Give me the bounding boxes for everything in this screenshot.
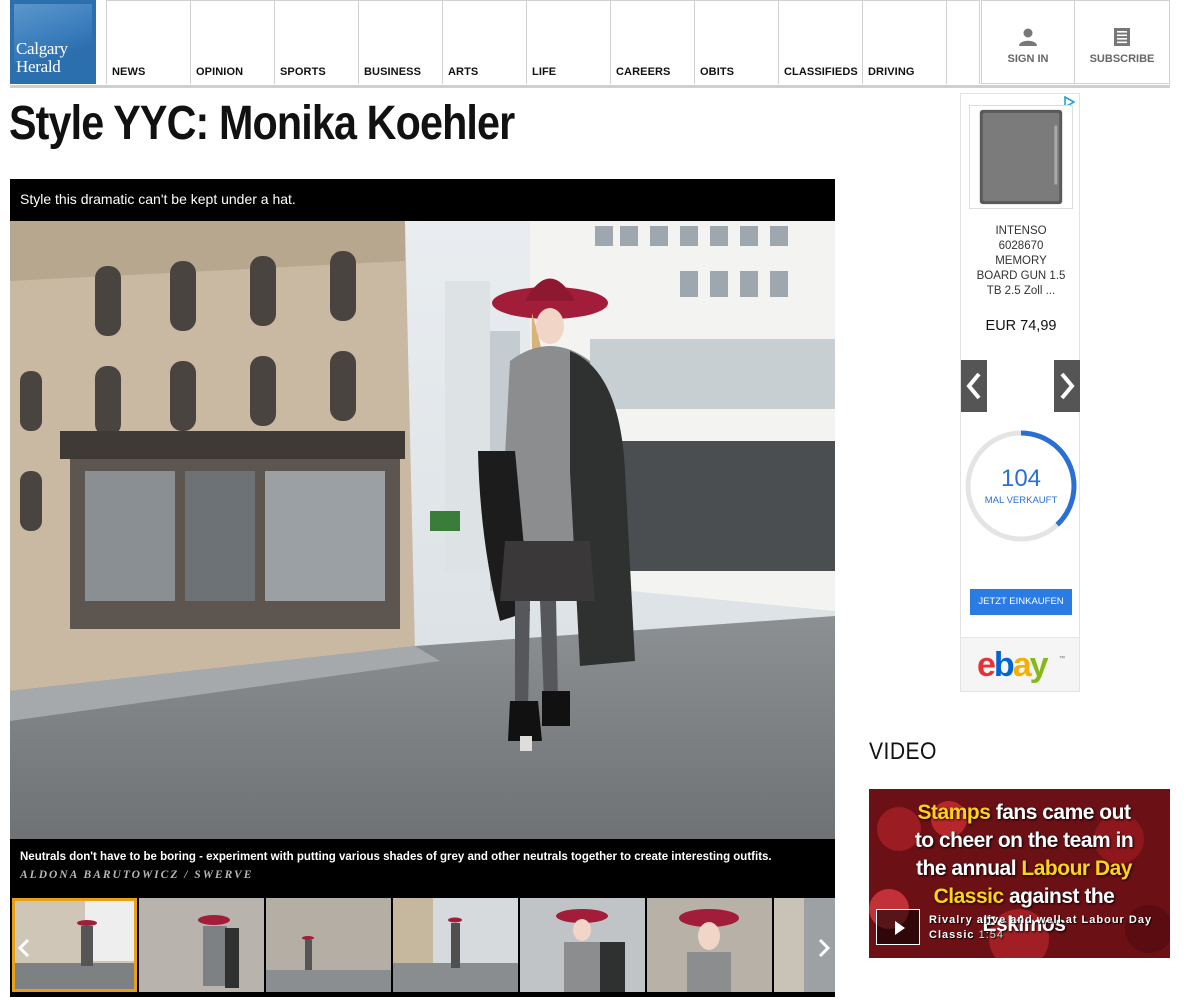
street-scene-illustration <box>10 221 835 839</box>
video-overlay-segment: fans came out <box>990 801 1131 824</box>
nav-item-sports[interactable]: SPORTS <box>274 0 358 84</box>
thumbnail-image <box>266 898 391 992</box>
photo-credit: ALDONA BARUTOWICZ / SWERVE <box>20 869 254 881</box>
video-overlay-line: the annual Labour Day <box>889 855 1159 883</box>
newspaper-icon <box>1114 28 1130 46</box>
gallery-thumbnail[interactable] <box>647 898 772 992</box>
thumbnail-image <box>647 898 772 992</box>
video-title-text: Rivalry alive and well at Labour Day Cla… <box>929 914 1153 941</box>
nav-item-arts[interactable]: ARTS <box>442 0 526 84</box>
nav-item-driving[interactable]: DRIVING <box>862 0 946 84</box>
chevron-right-icon <box>1060 372 1075 400</box>
nav-item-label: DRIVING <box>868 66 915 78</box>
ebay-logo[interactable]: ebay <box>977 646 1049 685</box>
thumbnail-image <box>139 898 264 992</box>
photo-gallery: Style this dramatic can't be kept under … <box>10 179 835 997</box>
video-title[interactable]: Rivalry alive and well at Labour Day Cla… <box>929 913 1159 943</box>
subscribe-button[interactable]: SUBSCRIBE <box>1074 0 1170 84</box>
video-section-title: VIDEO <box>869 738 937 765</box>
video-player[interactable]: Stamps fans came out to cheer on the team… <box>869 789 1170 958</box>
play-button[interactable] <box>876 909 920 945</box>
nav-item-classifieds[interactable]: CLASSIFIEDS <box>778 0 862 84</box>
ad-footer: ebay ™ <box>961 637 1079 691</box>
ad-prev-button[interactable] <box>961 360 987 412</box>
video-overlay-segment: to cheer on the team in <box>914 829 1134 852</box>
gallery-thumbnail[interactable] <box>139 898 264 992</box>
gallery-thumbnail[interactable] <box>393 898 518 992</box>
video-overlay-segment: the annual <box>916 857 1022 880</box>
ebay-letter: y <box>1029 646 1049 684</box>
ebay-letter: e <box>977 646 996 684</box>
gallery-dek: Style this dramatic can't be kept under … <box>20 191 296 207</box>
nav-item-news[interactable]: NEWS <box>106 0 190 84</box>
video-overlay-segment: Stamps <box>917 801 991 824</box>
product-name[interactable]: INTENSO 6028670 MEMORY BOARD GUN 1.5 TB … <box>975 224 1067 299</box>
logo-text: Calgary Herald <box>16 39 68 76</box>
nav-item-label: LIFE <box>532 66 557 78</box>
photo-caption: Neutrals don't have to be boring - exper… <box>20 851 772 863</box>
video-overlay-segment: Classic <box>933 885 1005 908</box>
nav-item-label: ARTS <box>448 66 479 78</box>
play-icon <box>895 921 905 935</box>
video-overlay-segment: Labour Day <box>1021 857 1132 880</box>
video-overlay-line: to cheer on the team in <box>889 827 1159 855</box>
nav-item-label: CLASSIFIEDS <box>784 66 858 78</box>
video-duration: 1:54 <box>978 929 1005 941</box>
nav-item-careers[interactable]: CAREERS <box>610 0 694 84</box>
product-price: EUR 74,99 <box>985 318 1057 334</box>
video-overlay-segment: against the <box>1003 885 1115 908</box>
nav-item-label: CAREERS <box>616 66 671 78</box>
nav-item-obits[interactable]: OBITS <box>694 0 778 84</box>
site-header: Calgary Herald NEWS OPINION SPORTS BUSIN… <box>0 0 1191 90</box>
product-image[interactable] <box>969 105 1073 209</box>
gallery-thumbnail[interactable] <box>266 898 391 992</box>
nav-item-label: NEWS <box>112 66 146 78</box>
video-overlay-line: Classic against the <box>889 883 1159 911</box>
sign-in-label: SIGN IN <box>1007 53 1049 65</box>
shop-now-button[interactable]: JETZT EINKAUFEN <box>970 589 1072 615</box>
user-icon <box>1019 28 1037 46</box>
ebay-letter: a <box>1012 646 1032 684</box>
subscribe-label: SUBSCRIBE <box>1089 53 1155 65</box>
sign-in-button[interactable]: SIGN IN <box>981 0 1075 84</box>
nav-item-opinion[interactable]: OPINION <box>190 0 274 84</box>
video-overlay-line: Stamps fans came out <box>889 799 1159 827</box>
chevron-left-icon <box>966 372 981 400</box>
nav-item-label: OPINION <box>196 66 244 78</box>
nav-item-label: SPORTS <box>280 66 326 78</box>
nav-item-label: OBITS <box>700 66 735 78</box>
thumbnails-prev-arrow-icon[interactable] <box>16 938 32 958</box>
sold-count: 104 <box>1000 465 1042 492</box>
sold-label: MAL VERKAUFT <box>984 495 1058 506</box>
thumbnail-image <box>520 898 645 992</box>
gallery-main-photo[interactable] <box>10 221 835 839</box>
calgary-herald-logo[interactable]: Calgary Herald <box>10 0 96 84</box>
main-nav: NEWS OPINION SPORTS BUSINESS ARTS LIFE C… <box>106 0 980 84</box>
page-title: Style YYC: Monika Koehler <box>9 97 515 150</box>
header-divider <box>10 85 1170 88</box>
nav-item-life[interactable]: LIFE <box>526 0 610 84</box>
thumbnail-image <box>15 901 134 989</box>
thumbnails-next-arrow-icon[interactable] <box>816 938 832 958</box>
ad-next-button[interactable] <box>1054 360 1080 412</box>
nav-item-label: BUSINESS <box>364 66 422 78</box>
ebay-advertisement[interactable]: INTENSO 6028670 MEMORY BOARD GUN 1.5 TB … <box>960 93 1080 692</box>
nav-spacer <box>946 0 980 84</box>
thumbnail-image <box>393 898 518 992</box>
gallery-thumbnail[interactable] <box>520 898 645 992</box>
trademark-mark: ™ <box>1059 656 1065 662</box>
nav-item-business[interactable]: BUSINESS <box>358 0 442 84</box>
ebay-letter: b <box>993 646 1015 684</box>
thumbnail-strip <box>10 898 835 994</box>
